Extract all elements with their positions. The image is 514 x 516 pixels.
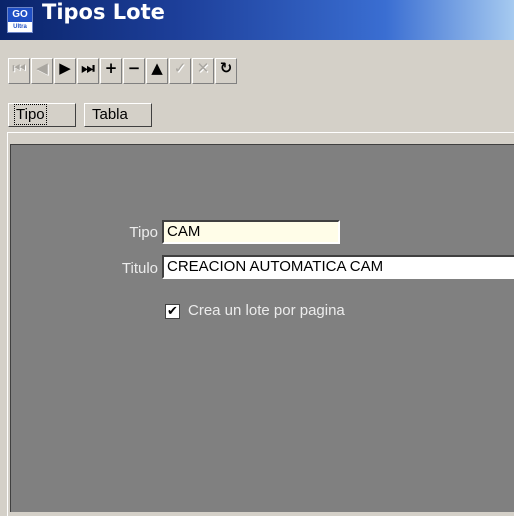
tipo-label: Tipo <box>129 224 158 241</box>
tab-tabla[interactable]: Tabla <box>84 103 152 127</box>
form-panel: Tipo CAM Titulo CREACION AUTOMATICA CAM … <box>10 144 514 512</box>
titulo-label: Titulo <box>121 260 158 277</box>
navigator-toolbar: ⏮ ◀ ▶ ⏭ + − ▲ ✓ ✕ ↻ <box>0 58 514 88</box>
window-title: Tipos Lote <box>42 0 165 24</box>
first-record-button[interactable]: ⏮ <box>8 58 30 84</box>
post-edit-button[interactable]: ✓ <box>169 58 191 84</box>
app-logo-icon: GO Ultra <box>7 7 33 33</box>
app-logo-icon-bottom: Ultra <box>13 24 27 30</box>
insert-record-button[interactable]: + <box>100 58 122 84</box>
tipo-field[interactable]: CAM <box>162 220 340 244</box>
app-logo-icon-top: GO <box>8 8 32 22</box>
next-record-button[interactable]: ▶ <box>54 58 76 84</box>
delete-record-button[interactable]: − <box>123 58 145 84</box>
crea-lote-checkbox[interactable]: ✔ <box>165 304 180 319</box>
tab-tabla-label: Tabla <box>92 106 128 123</box>
last-record-button[interactable]: ⏭ <box>77 58 99 84</box>
window-title-bar[interactable]: GO Ultra Tipos Lote <box>0 0 514 40</box>
cancel-edit-button[interactable]: ✕ <box>192 58 214 84</box>
tab-tipo[interactable]: Tipo <box>8 103 76 127</box>
crea-lote-checkbox-label[interactable]: Crea un lote por pagina <box>188 302 345 319</box>
prior-record-button[interactable]: ◀ <box>31 58 53 84</box>
refresh-button[interactable]: ↻ <box>215 58 237 84</box>
tab-tipo-label: Tipo <box>14 104 47 125</box>
titulo-field[interactable]: CREACION AUTOMATICA CAM <box>162 255 514 279</box>
edit-record-button[interactable]: ▲ <box>146 58 168 84</box>
